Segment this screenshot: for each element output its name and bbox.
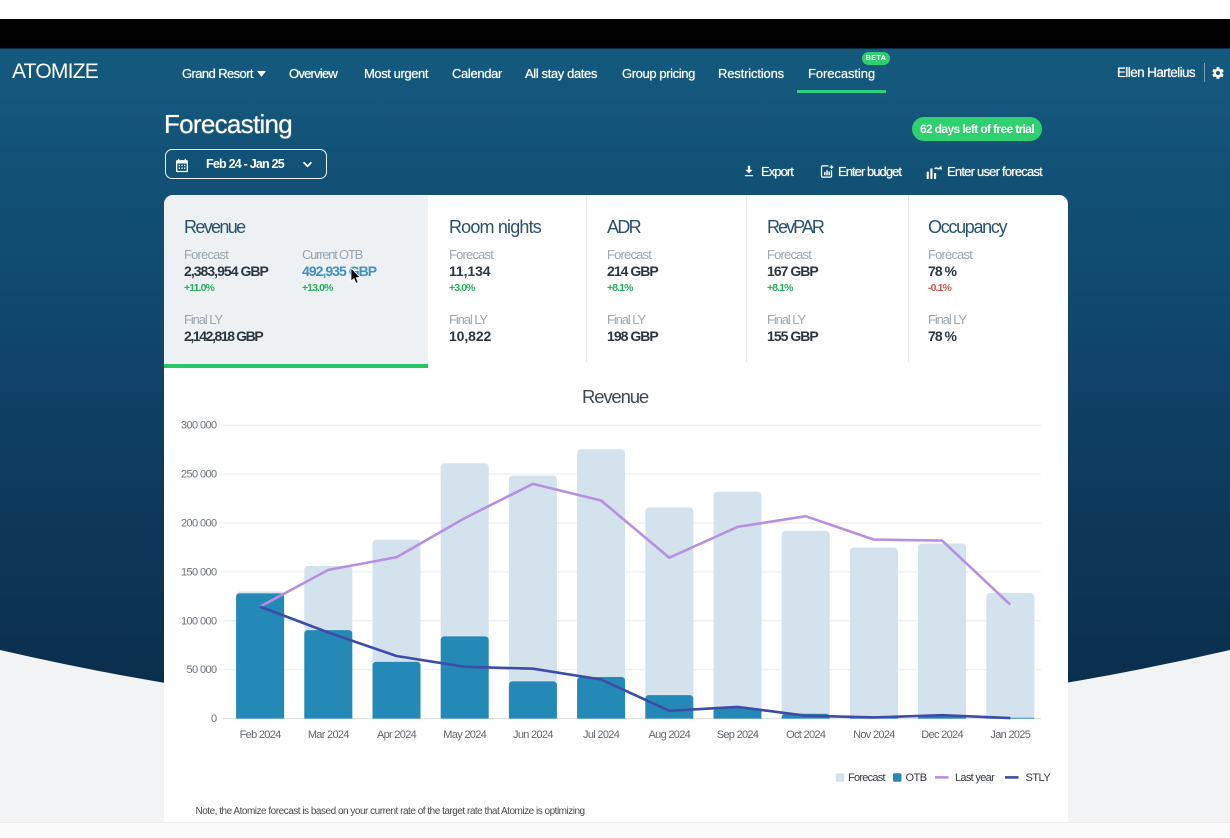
svg-text:Oct 2024: Oct 2024	[786, 729, 826, 741]
svg-text:200 000: 200 000	[180, 518, 216, 530]
svg-text:150 000: 150 000	[180, 566, 216, 578]
svg-text:0: 0	[210, 713, 216, 725]
svg-text:STLY: STLY	[1025, 772, 1051, 784]
svg-text:300 000: 300 000	[180, 420, 216, 432]
svg-text:May 2024: May 2024	[443, 729, 486, 741]
svg-text:100 000: 100 000	[180, 615, 216, 627]
svg-text:OTB: OTB	[905, 772, 926, 784]
svg-text:Nov 2024: Nov 2024	[853, 729, 895, 741]
svg-text:Apr 2024: Apr 2024	[376, 729, 416, 741]
svg-text:Mar 2024: Mar 2024	[307, 729, 349, 741]
svg-text:Dec 2024: Dec 2024	[921, 729, 963, 741]
svg-text:Jun 2024: Jun 2024	[513, 729, 553, 741]
svg-text:Last year: Last year	[955, 772, 995, 784]
svg-text:Jul 2024: Jul 2024	[583, 729, 620, 741]
svg-text:Sep 2024: Sep 2024	[716, 729, 758, 741]
svg-text:Feb 2024: Feb 2024	[239, 729, 281, 741]
svg-text:Revenue: Revenue	[581, 386, 648, 407]
svg-text:250 000: 250 000	[180, 469, 216, 481]
svg-text:Forecast: Forecast	[848, 772, 885, 784]
svg-text:Note, the Atomize forecast is: Note, the Atomize forecast is based on y…	[195, 806, 584, 817]
svg-text:50 000: 50 000	[186, 664, 217, 676]
svg-text:Aug 2024: Aug 2024	[648, 729, 690, 741]
svg-text:Jan 2025: Jan 2025	[990, 729, 1030, 741]
